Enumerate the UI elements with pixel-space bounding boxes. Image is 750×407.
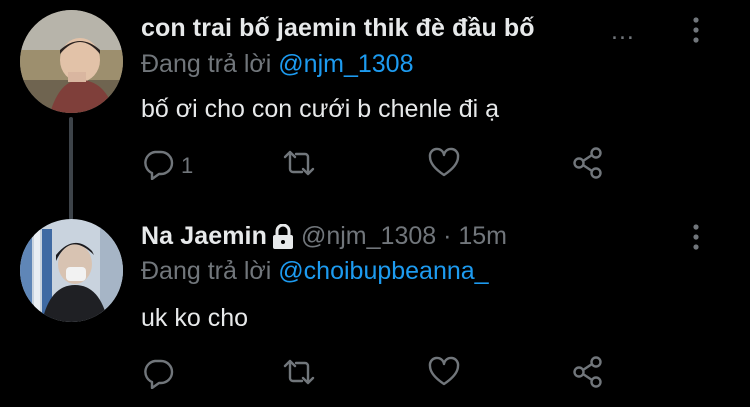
reply-mention-link[interactable]: @choibupbeanna_ xyxy=(278,257,488,285)
reply-button[interactable]: 1 xyxy=(141,148,193,184)
more-icon[interactable] xyxy=(693,224,699,250)
retweet-icon xyxy=(282,146,316,186)
like-icon xyxy=(427,355,461,395)
share-button[interactable] xyxy=(571,146,605,186)
lock-icon xyxy=(272,223,294,250)
thread-connector xyxy=(69,117,73,220)
reply-button[interactable] xyxy=(141,357,175,393)
like-button[interactable] xyxy=(427,355,461,395)
tweet-thread: con trai bố jaemin thik đè đầu bố ... Đa… xyxy=(0,0,750,407)
tweet-header: Na Jaemin @njm_1308 · 15m xyxy=(141,222,507,251)
handle-and-time[interactable]: @njm_1308 · 15m xyxy=(301,222,507,251)
retweet-button[interactable] xyxy=(282,148,316,184)
replying-to-label: Đang trả lời xyxy=(141,257,272,285)
avatar[interactable] xyxy=(20,10,123,113)
tweet-actions xyxy=(141,355,611,395)
tweet-text: bố ơi cho con cưới b chenle đi ạ xyxy=(141,95,500,123)
display-name[interactable]: Na Jaemin xyxy=(141,222,267,251)
share-icon xyxy=(571,355,605,395)
like-button[interactable] xyxy=(427,146,461,186)
replying-to: Đang trả lời @choibupbeanna_ xyxy=(141,257,489,286)
replying-to: Đang trả lời @njm_1308 xyxy=(141,50,413,79)
more-icon[interactable] xyxy=(693,17,699,43)
tweet-actions: 1 xyxy=(141,146,611,186)
like-icon xyxy=(427,146,461,186)
reply-icon xyxy=(141,355,175,395)
reply-mention-link[interactable]: @njm_1308 xyxy=(278,50,413,78)
tweet[interactable]: con trai bố jaemin thik đè đầu bố ... Đa… xyxy=(0,0,750,220)
tweet-header: con trai bố jaemin thik đè đầu bố xyxy=(141,14,535,43)
retweet-icon xyxy=(282,355,316,395)
replying-to-label: Đang trả lời xyxy=(141,50,272,78)
tweet-text: uk ko cho xyxy=(141,304,249,332)
name-truncation: ... xyxy=(611,17,635,45)
share-button[interactable] xyxy=(571,355,605,395)
display-name[interactable]: con trai bố jaemin thik đè đầu bố xyxy=(141,14,535,43)
retweet-button[interactable] xyxy=(282,357,316,393)
share-icon xyxy=(571,146,605,186)
avatar[interactable] xyxy=(20,219,123,322)
reply-count: 1 xyxy=(181,153,194,178)
tweet[interactable]: Na Jaemin @njm_1308 · 15m Đang trả lời @… xyxy=(0,207,750,407)
reply-icon xyxy=(141,146,175,186)
